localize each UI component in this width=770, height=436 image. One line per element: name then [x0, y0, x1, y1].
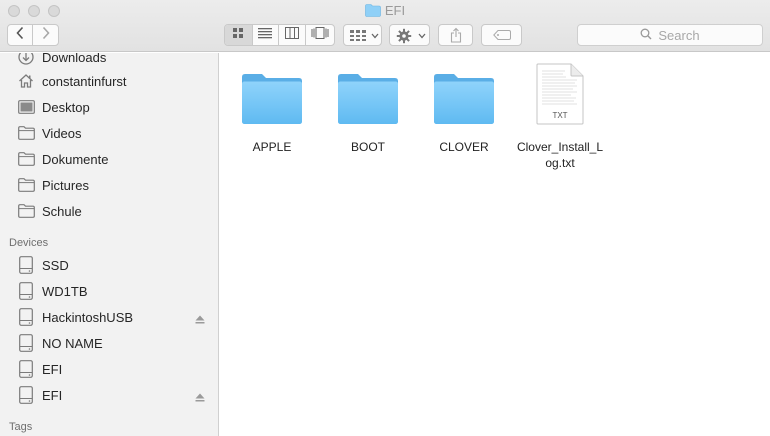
view-mode-control — [224, 24, 335, 46]
folder-icon — [224, 63, 320, 125]
file-browser-content: APPLE BOOT CLOVER TXT Clover_Install_L o… — [220, 53, 770, 436]
sidebar-item-label: constantinfurst — [42, 74, 127, 89]
folder-icon — [416, 63, 512, 125]
sidebar-item-label: SSD — [42, 258, 69, 273]
sidebar-item-videos[interactable]: Videos — [0, 120, 218, 146]
drive-icon — [17, 256, 35, 274]
edit-tags-button[interactable] — [481, 24, 522, 46]
eject-icon[interactable] — [195, 390, 205, 405]
sidebar-item-dokumente[interactable]: Dokumente — [0, 146, 218, 172]
sidebar-item-ssd[interactable]: SSD — [0, 252, 218, 278]
text-document-icon: TXT — [512, 63, 608, 125]
home-icon — [17, 72, 35, 90]
column-view-icon — [284, 26, 299, 44]
sidebar-item-desktop[interactable]: Desktop — [0, 94, 218, 120]
folder-icon — [17, 176, 35, 194]
file-item-apple[interactable]: APPLE — [224, 63, 320, 155]
drive-icon — [17, 386, 35, 404]
sidebar-item-schule[interactable]: Schule — [0, 198, 218, 224]
file-item-clover[interactable]: CLOVER — [416, 63, 512, 155]
folder-icon — [17, 124, 35, 142]
sidebar-item-label: NO NAME — [42, 336, 103, 351]
sidebar-item-label: EFI — [42, 362, 63, 377]
sidebar-item-label: HackintoshUSB — [42, 310, 134, 325]
file-item-clover-install-log[interactable]: TXT Clover_Install_L og.txt — [512, 63, 608, 171]
window-title: EFI — [384, 3, 406, 18]
file-name: Clover_Install_L og.txt — [512, 139, 608, 171]
file-item-boot[interactable]: BOOT — [320, 63, 416, 155]
sidebar: Downloads constantinfurst Desktop Videos… — [0, 53, 219, 436]
sidebar-item-label: Dokumente — [42, 152, 109, 167]
chevron-down-icon — [418, 33, 426, 39]
sidebar-item-label: Downloads — [42, 53, 107, 65]
window-title-area: EFI — [0, 3, 770, 20]
file-name: APPLE — [252, 140, 292, 154]
sidebar-item-label: Pictures — [42, 178, 89, 193]
drive-icon — [17, 308, 35, 326]
share-button[interactable] — [438, 24, 473, 46]
folder-icon — [17, 150, 35, 168]
search-placeholder: Search — [658, 27, 700, 43]
sidebar-item-wd1tb[interactable]: WD1TB — [0, 278, 218, 304]
sidebar-item-efi[interactable]: EFI — [0, 356, 218, 382]
window-toolbar: EFI Search — [0, 0, 770, 52]
list-view-button[interactable] — [253, 25, 280, 45]
sidebar-item-efi-2[interactable]: EFI — [0, 382, 218, 408]
sidebar-item-label: EFI — [42, 388, 63, 403]
tags-header: Tags — [9, 421, 33, 433]
chevron-right-icon — [41, 26, 51, 45]
chevron-down-icon — [371, 33, 379, 39]
forward-button[interactable] — [33, 25, 58, 45]
column-view-button[interactable] — [279, 25, 306, 45]
search-field[interactable]: Search — [577, 24, 763, 46]
eject-icon[interactable] — [195, 312, 205, 327]
cover-flow-button[interactable] — [306, 25, 334, 45]
icon-view-button[interactable] — [225, 25, 253, 45]
list-view-icon — [258, 26, 273, 44]
sidebar-item-no-name[interactable]: NO NAME — [0, 330, 218, 356]
arrange-grid-icon — [350, 30, 366, 41]
cover-flow-icon — [311, 26, 329, 44]
drive-icon — [17, 360, 35, 378]
share-icon — [450, 27, 462, 43]
file-type-badge: TXT — [552, 111, 567, 120]
sidebar-item-pictures[interactable]: Pictures — [0, 172, 218, 198]
icon-view-icon — [232, 26, 244, 44]
sidebar-item-label: Schule — [42, 204, 82, 219]
folder-icon — [320, 63, 416, 125]
folder-icon — [365, 4, 381, 20]
search-icon — [640, 28, 652, 43]
drive-icon — [17, 282, 35, 300]
file-name: BOOT — [350, 140, 385, 154]
file-name: CLOVER — [439, 140, 489, 154]
sidebar-item-label: Desktop — [42, 100, 90, 115]
chevron-left-icon — [15, 26, 25, 45]
sidebar-item-hackintoshusb[interactable]: HackintoshUSB — [0, 304, 218, 330]
back-button[interactable] — [8, 25, 34, 45]
drive-icon — [17, 334, 35, 352]
file-name-line: Clover_Install_L — [516, 140, 604, 154]
downloads-icon — [17, 53, 35, 66]
sidebar-item-label: Videos — [42, 126, 82, 141]
devices-header: Devices — [9, 237, 49, 249]
arrange-button[interactable] — [343, 24, 382, 46]
nav-buttons — [7, 24, 59, 46]
sidebar-item-label: WD1TB — [42, 284, 88, 299]
tag-icon — [493, 30, 511, 40]
folder-icon — [17, 202, 35, 220]
action-button[interactable] — [389, 24, 430, 46]
file-name-line: og.txt — [545, 156, 575, 170]
desktop-icon — [17, 98, 35, 116]
gear-icon — [396, 28, 412, 44]
sidebar-item-home[interactable]: constantinfurst — [0, 68, 218, 94]
